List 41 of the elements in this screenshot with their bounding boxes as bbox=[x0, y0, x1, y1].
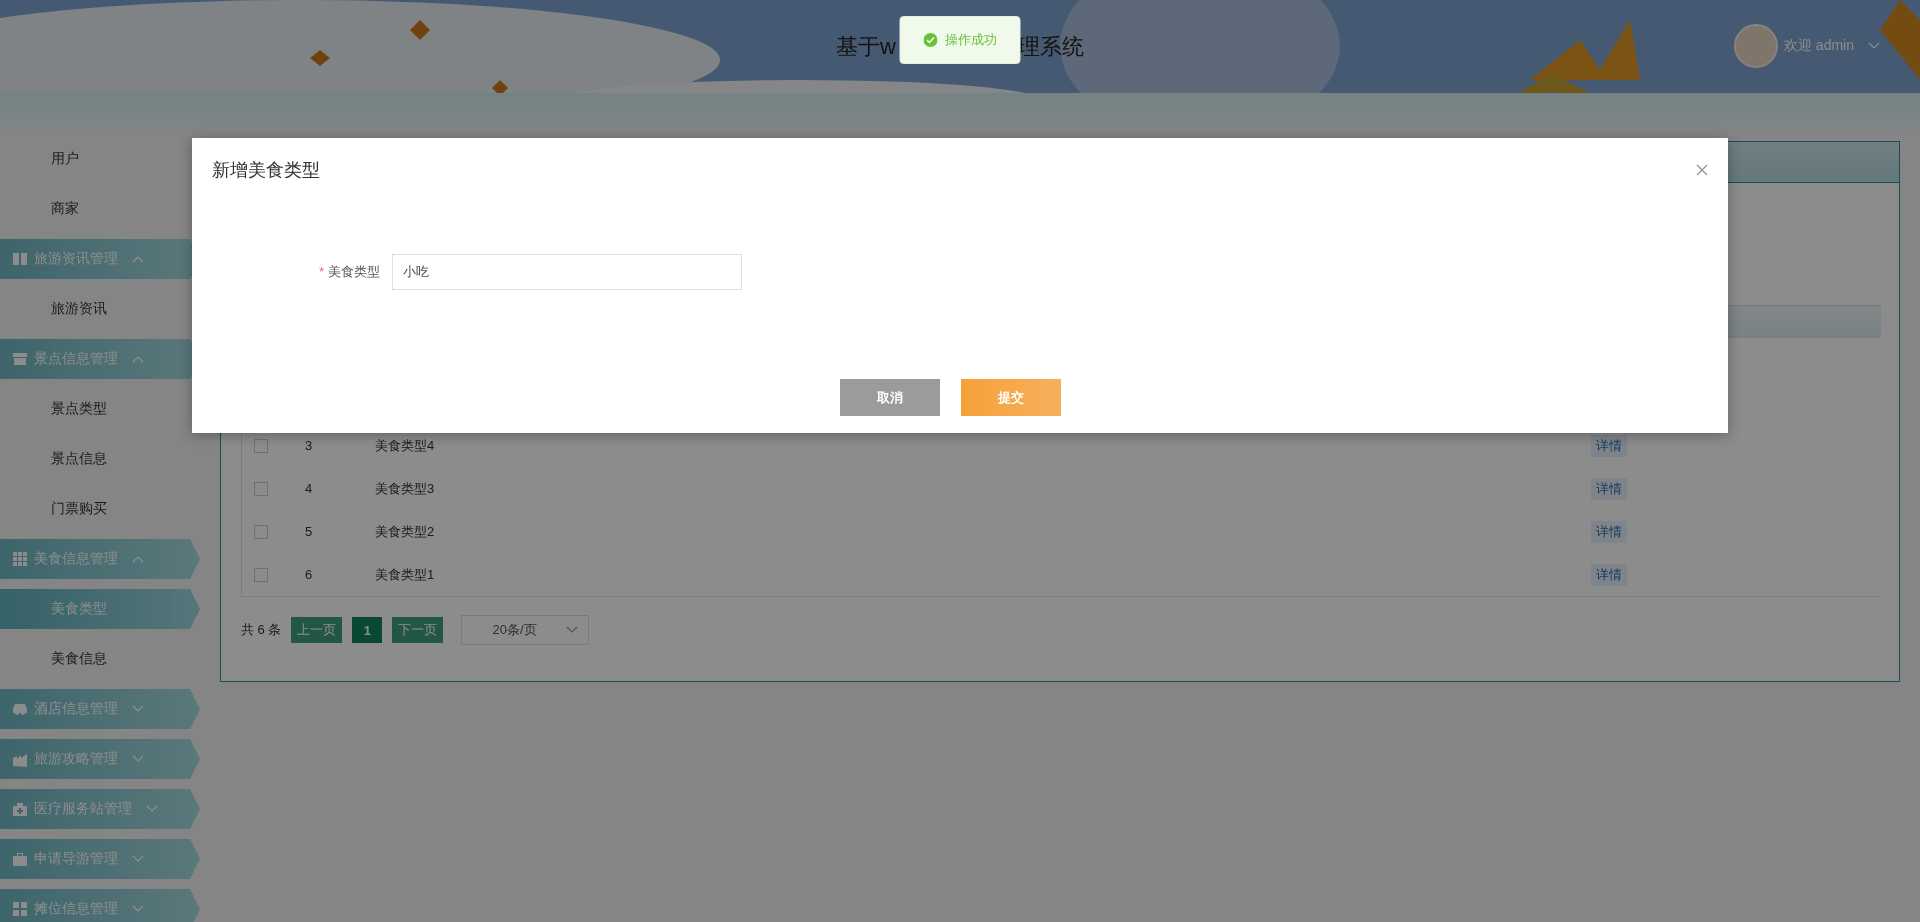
user-greeting[interactable]: 欢迎 admin bbox=[1783, 37, 1854, 55]
details-button[interactable]: 详情 bbox=[1591, 477, 1627, 500]
field-label: * 美食类型 bbox=[317, 263, 381, 281]
menu-icon bbox=[12, 851, 28, 867]
menu-icon bbox=[12, 751, 28, 767]
checkbox[interactable] bbox=[254, 438, 268, 453]
table-cell-text: 3 bbox=[305, 438, 314, 453]
table-cell-text: 6 bbox=[305, 567, 314, 582]
table-cell-text: 美食类型2 bbox=[375, 522, 436, 541]
checkbox[interactable] bbox=[254, 567, 268, 582]
menu-icon bbox=[12, 801, 28, 817]
total-count: 共 6 条 bbox=[241, 621, 282, 639]
checkbox[interactable] bbox=[254, 524, 268, 539]
details-button[interactable]: 详情 bbox=[1591, 563, 1627, 586]
chevron-down-icon bbox=[1868, 42, 1880, 50]
page-size-select[interactable]: 20条/页 bbox=[461, 615, 590, 645]
cancel-button[interactable]: 取消 bbox=[839, 379, 940, 416]
chevron-down-icon bbox=[566, 626, 579, 634]
checkbox[interactable] bbox=[254, 481, 268, 496]
close-icon[interactable] bbox=[1696, 164, 1708, 176]
toast-message: 操作成功 bbox=[945, 31, 997, 49]
table-cell-text: 5 bbox=[305, 524, 314, 539]
table-cell-text: 美食类型1 bbox=[375, 565, 436, 584]
menu-icon bbox=[12, 901, 28, 917]
page-button[interactable]: 1 bbox=[352, 617, 383, 643]
input-field[interactable]: 小吃 bbox=[392, 254, 742, 290]
table-cell-text: 4 bbox=[305, 481, 314, 496]
menu-icon bbox=[12, 701, 28, 717]
sidebar-item[interactable]: 景点信息 bbox=[0, 434, 200, 484]
app-title: 基于w bbox=[836, 32, 896, 61]
sidebar-item[interactable]: 门票购买 bbox=[0, 484, 200, 534]
menu-icon bbox=[12, 551, 28, 567]
sidebar-item[interactable]: 美食信息 bbox=[0, 634, 200, 684]
check-circle-icon bbox=[923, 33, 937, 47]
table-cell-text: 美食类型3 bbox=[375, 479, 436, 498]
dialog-title: 新增美食类型 bbox=[212, 159, 320, 182]
details-button[interactable]: 详情 bbox=[1591, 434, 1627, 457]
details-button[interactable]: 详情 bbox=[1591, 520, 1627, 543]
table-cell-text: 美食类型4 bbox=[375, 436, 436, 455]
menu-icon bbox=[12, 351, 28, 367]
menu-icon bbox=[12, 251, 28, 267]
